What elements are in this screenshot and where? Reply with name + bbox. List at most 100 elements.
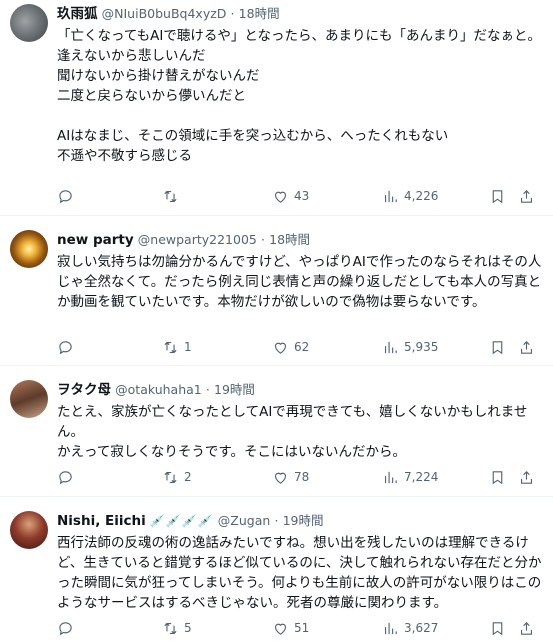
views-button[interactable]: 3,627 — [382, 618, 438, 638]
reply-feed: 玖雨狐 @NIuiB0buBq4xyzD · 18時間 「亡くなってもAIで聴け… — [0, 0, 553, 641]
reply-button[interactable] — [57, 467, 79, 487]
share-button[interactable] — [518, 186, 535, 206]
retweet-icon — [164, 190, 177, 202]
tweet[interactable]: Nishi, Eiichi 💉💉💉💉 @Zugan · 19時間 西行法師の反魂… — [0, 497, 553, 641]
share-icon — [520, 621, 533, 635]
share-button[interactable] — [518, 467, 535, 487]
tweet-content: 玖雨狐 @NIuiB0buBq4xyzD · 18時間 「亡くなってもAIで聴け… — [57, 4, 543, 166]
tweet-text: 西行法師の反魂の術の逸話みたいですね。想い出を残したいのは理解できるけど、生きて… — [57, 535, 542, 611]
retweet-icon — [164, 471, 177, 483]
heart-icon — [274, 342, 287, 354]
tweet-content: ヲタク母 @otakuhaha1 · 19時間 たとえ、家族が亡くなったとしてA… — [57, 380, 543, 462]
reply-icon — [59, 470, 72, 484]
retweet-button[interactable]: 5 — [162, 618, 192, 638]
views-button[interactable]: 4,226 — [382, 186, 438, 206]
tweet-header: Nishi, Eiichi 💉💉💉💉 @Zugan · 19時間 — [57, 511, 543, 531]
action-bar: 2 78 7,224 — [57, 467, 539, 487]
bookmark-icon — [492, 189, 503, 203]
bookmark-icon — [492, 340, 503, 354]
tweet-header: 玖雨狐 @NIuiB0buBq4xyzD · 18時間 — [57, 4, 543, 24]
display-name[interactable]: 玖雨狐 — [57, 6, 98, 22]
reply-button[interactable] — [57, 618, 79, 638]
like-count: 43 — [294, 189, 310, 203]
timestamp[interactable]: 18時間 — [269, 232, 310, 247]
tweet-text: たとえ、家族が亡くなったとしてAIで再現できても、嬉しくないかもしれません。 か… — [57, 404, 528, 460]
retweet-button[interactable]: 1 — [162, 337, 192, 357]
action-bar: 1 62 5,935 — [57, 337, 539, 357]
view-count: 3,627 — [404, 621, 439, 635]
bookmark-button[interactable] — [489, 618, 506, 638]
retweet-button[interactable]: 2 — [162, 467, 192, 487]
tweet-header: ヲタク母 @otakuhaha1 · 19時間 — [57, 380, 543, 400]
action-bar: 5 51 3,627 — [57, 618, 539, 638]
heart-icon — [274, 623, 287, 635]
like-button[interactable]: 51 — [272, 618, 309, 638]
bookmark-button[interactable] — [489, 337, 506, 357]
bookmark-button[interactable] — [489, 467, 506, 487]
tweet[interactable]: ヲタク母 @otakuhaha1 · 19時間 たとえ、家族が亡くなったとしてA… — [0, 366, 553, 497]
display-name[interactable]: ヲタク母 — [57, 382, 111, 398]
separator-dot: · — [261, 232, 265, 247]
like-count: 62 — [294, 340, 310, 354]
user-handle[interactable]: @Zugan — [218, 513, 271, 528]
separator-dot: · — [205, 382, 210, 397]
avatar[interactable] — [10, 4, 48, 42]
like-button[interactable]: 78 — [272, 467, 309, 487]
share-icon — [520, 470, 533, 484]
bookmark-icon — [492, 470, 503, 484]
timestamp[interactable]: 19時間 — [283, 513, 324, 528]
tweet-text: 寂しい気持ちは勿論分かるんですけど、やっぱりAIで作ったのならそれはその人じゃ全… — [57, 254, 542, 310]
share-button[interactable] — [518, 618, 535, 638]
tweet[interactable]: 玖雨狐 @NIuiB0buBq4xyzD · 18時間 「亡くなってもAIで聴け… — [0, 0, 553, 216]
avatar[interactable] — [10, 511, 48, 549]
view-count: 5,935 — [404, 340, 439, 354]
retweet-button[interactable] — [162, 186, 184, 206]
reply-button[interactable] — [57, 337, 79, 357]
timestamp[interactable]: 19時間 — [214, 382, 255, 397]
views-chart-icon — [384, 341, 397, 353]
views-chart-icon — [384, 471, 397, 483]
user-handle[interactable]: @NIuiB0buBq4xyzD — [102, 6, 227, 21]
views-chart-icon — [384, 622, 397, 634]
bookmark-button[interactable] — [489, 186, 506, 206]
tweet-content: Nishi, Eiichi 💉💉💉💉 @Zugan · 19時間 西行法師の反魂… — [57, 511, 543, 613]
user-handle[interactable]: @newparty221005 — [138, 232, 257, 247]
separator-dot: · — [230, 6, 235, 21]
like-count: 51 — [294, 621, 310, 635]
retweet-icon — [164, 341, 177, 353]
like-button[interactable]: 43 — [272, 186, 309, 206]
timestamp[interactable]: 18時間 — [239, 6, 280, 21]
tweet-text: 「亡くなってもAIで聴けるや」となったら、あまりにも「あんまり」だなぁと。 逢え… — [57, 28, 541, 164]
avatar[interactable] — [10, 230, 48, 268]
display-name[interactable]: Nishi, Eiichi — [57, 513, 146, 529]
share-icon — [520, 189, 533, 203]
reply-button[interactable] — [57, 186, 79, 206]
separator-dot: · — [274, 513, 279, 528]
retweet-count: 1 — [184, 340, 192, 354]
user-handle[interactable]: @otakuhaha1 — [115, 382, 202, 397]
retweet-icon — [164, 622, 177, 634]
tweet-content: new party @newparty221005 · 18時間 寂しい気持ちは… — [57, 230, 543, 312]
reply-icon — [59, 189, 72, 203]
like-button[interactable]: 62 — [272, 337, 309, 357]
tweet-header: new party @newparty221005 · 18時間 — [57, 230, 543, 250]
avatar[interactable] — [10, 380, 48, 418]
share-button[interactable] — [518, 337, 535, 357]
view-count: 4,226 — [404, 189, 439, 203]
retweet-count: 5 — [184, 621, 192, 635]
like-count: 78 — [294, 470, 310, 484]
retweet-count: 2 — [184, 470, 192, 484]
bookmark-icon — [492, 621, 503, 635]
views-button[interactable]: 5,935 — [382, 337, 438, 357]
heart-icon — [274, 472, 287, 484]
views-chart-icon — [384, 190, 397, 202]
display-name[interactable]: new party — [57, 232, 134, 248]
views-button[interactable]: 7,224 — [382, 467, 438, 487]
action-bar: 43 4,226 — [57, 186, 539, 206]
reply-icon — [59, 621, 72, 635]
reply-icon — [59, 340, 72, 354]
view-count: 7,224 — [404, 470, 439, 484]
share-icon — [520, 340, 533, 354]
tweet[interactable]: new party @newparty221005 · 18時間 寂しい気持ちは… — [0, 216, 553, 366]
heart-icon — [274, 191, 287, 203]
